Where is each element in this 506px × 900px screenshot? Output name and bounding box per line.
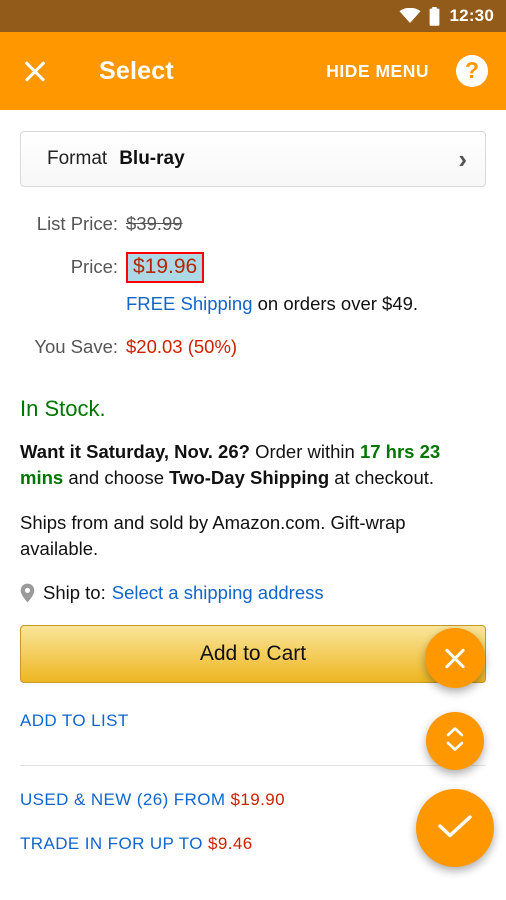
you-save-value: $20.03 (50%) (126, 336, 238, 357)
free-shipping-text: FREE Shipping on orders over $49. (126, 293, 418, 315)
free-shipping-rest: on orders over $49. (257, 293, 419, 314)
wifi-icon (399, 8, 421, 24)
status-bar: 12:30 (0, 0, 506, 32)
ship-to-label: Ship to: (43, 582, 106, 604)
free-shipping-row: FREE Shipping on orders over $49. (20, 293, 486, 328)
price-row: Price: $19.96 (20, 252, 486, 287)
add-to-list-link[interactable]: ADD TO LIST (20, 711, 486, 731)
fab-close-button[interactable] (425, 628, 485, 688)
at-checkout-text: at checkout. (334, 467, 435, 489)
used-and-new-link[interactable]: USED & NEW (26) FROM $19.90 (20, 790, 486, 810)
close-icon[interactable] (20, 56, 50, 86)
used-and-new-price: $19.90 (230, 790, 285, 810)
price-table: List Price: $39.99 Price: $19.96 FREE Sh… (20, 213, 486, 371)
and-choose-text: and choose (68, 467, 164, 489)
fab-scroll-button[interactable] (426, 712, 484, 770)
order-within-text: Order within (255, 441, 355, 462)
check-icon (436, 811, 474, 846)
divider (20, 765, 486, 767)
you-save-label: You Save: (34, 336, 118, 357)
you-save-row: You Save: $20.03 (50%) (20, 336, 486, 371)
location-pin-icon (20, 583, 35, 603)
fab-confirm-button[interactable] (416, 789, 494, 867)
in-stock-status: In Stock. (20, 396, 106, 421)
format-selector[interactable]: Format Blu-ray › (20, 131, 486, 187)
page-title: Select (99, 56, 174, 85)
list-price-row: List Price: $39.99 (20, 213, 486, 248)
list-price-value: $39.99 (126, 213, 183, 234)
close-icon (441, 644, 469, 672)
status-time: 12:30 (449, 6, 494, 25)
battery-icon (429, 6, 440, 26)
free-shipping-link[interactable]: FREE Shipping (126, 293, 252, 314)
select-shipping-address-link[interactable]: Select a shipping address (112, 582, 324, 604)
price-value[interactable]: $19.96 (126, 252, 205, 283)
shipping-method: Two-Day Shipping (169, 467, 330, 489)
add-to-cart-button[interactable]: Add to Cart (20, 625, 486, 684)
used-and-new-label: USED & NEW (26) FROM (20, 790, 226, 810)
ship-to-row[interactable]: Ship to: Select a shipping address (20, 582, 486, 604)
format-label: Format (47, 148, 108, 169)
trade-in-label: TRADE IN FOR UP TO (20, 834, 203, 854)
list-price-label: List Price: (36, 213, 118, 234)
format-value: Blu-ray (119, 148, 185, 169)
app-header: Select HIDE MENU ? (0, 32, 506, 110)
trade-in-price: $9.46 (208, 834, 253, 854)
ships-from-text: Ships from and sold by Amazon.com. Gift-… (20, 511, 406, 559)
hide-menu-button[interactable]: HIDE MENU (326, 61, 429, 82)
chevron-up-down-icon (443, 724, 467, 759)
help-icon[interactable]: ? (456, 55, 488, 87)
price-label: Price: (70, 256, 118, 277)
want-it-prefix: Want it Saturday, Nov. 26? (20, 441, 250, 462)
chevron-right-icon: › (458, 144, 467, 174)
delivery-promise: Want it Saturday, Nov. 26? Order within … (20, 439, 486, 492)
